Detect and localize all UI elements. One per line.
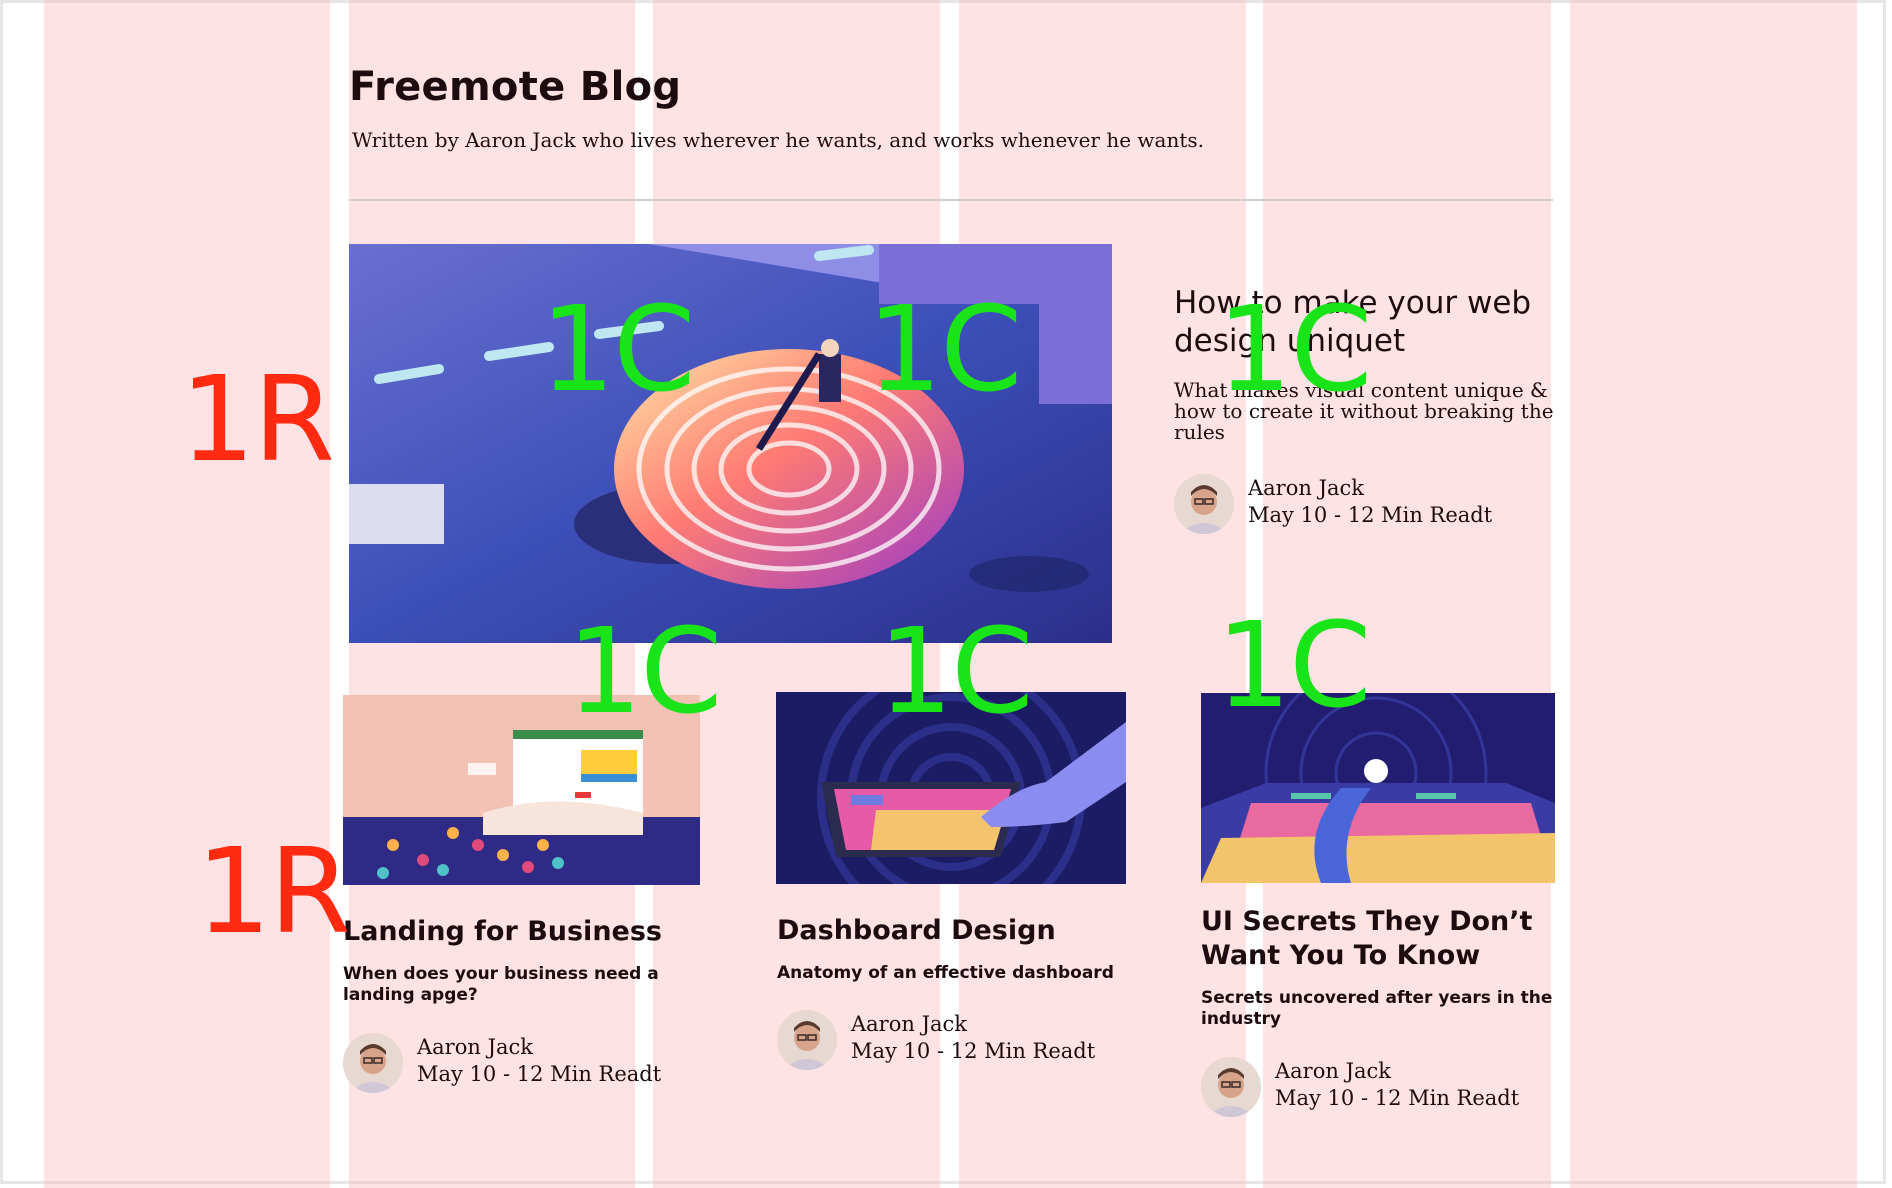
card-title[interactable]: Dashboard Design bbox=[777, 914, 1137, 948]
card-description: Secrets uncovered after years in the ind… bbox=[1201, 988, 1553, 1029]
author-name[interactable]: Aaron Jack bbox=[1275, 1059, 1391, 1083]
author-avatar-icon bbox=[1174, 474, 1234, 534]
tablet-hand-illustration-icon bbox=[776, 692, 1126, 884]
blog-subtitle: Written by Aaron Jack who lives wherever… bbox=[352, 128, 1204, 152]
space-dashboard-illustration-icon bbox=[1201, 693, 1555, 883]
card-description: When does your business need a landing a… bbox=[343, 964, 659, 1005]
blog-page: Freemote Blog Written by Aaron Jack who … bbox=[0, 0, 1892, 1188]
author-avatar-icon bbox=[777, 1010, 837, 1070]
card-image-landing-for-business[interactable] bbox=[343, 695, 700, 885]
card-author: Aaron Jack May 10 - 12 Min Readt bbox=[777, 1010, 1137, 1070]
card-title[interactable]: Landing for Business bbox=[343, 915, 703, 949]
landing-page-crowd-illustration-icon bbox=[343, 695, 700, 885]
author-name[interactable]: Aaron Jack bbox=[851, 1012, 967, 1036]
card-author: Aaron Jack May 10 - 12 Min Readt bbox=[1201, 1057, 1561, 1117]
featured-post-image[interactable] bbox=[349, 244, 1112, 643]
featured-post-description: What makes visual content unique & how t… bbox=[1174, 378, 1554, 444]
featured-post-title[interactable]: How to make your web design uniquet bbox=[1174, 284, 1554, 360]
featured-post-author: Aaron Jack May 10 - 12 Min Readt bbox=[1174, 474, 1554, 534]
post-meta: May 10 - 12 Min Readt bbox=[851, 1039, 1096, 1063]
avatar[interactable] bbox=[1174, 474, 1234, 534]
fingerprint-pool-illustration-icon bbox=[349, 244, 1112, 643]
header-divider bbox=[349, 199, 1553, 201]
post-meta: May 10 - 12 Min Readt bbox=[417, 1062, 662, 1086]
post-meta: May 10 - 12 Min Readt bbox=[1275, 1086, 1520, 1110]
card-author: Aaron Jack May 10 - 12 Min Readt bbox=[343, 1033, 703, 1093]
blog-title: Freemote Blog bbox=[349, 64, 682, 110]
author-avatar-icon bbox=[1201, 1057, 1261, 1117]
post-meta: May 10 - 12 Min Readt bbox=[1248, 503, 1493, 527]
author-name[interactable]: Aaron Jack bbox=[1248, 476, 1364, 500]
card-image-dashboard-design[interactable] bbox=[776, 692, 1126, 884]
avatar[interactable] bbox=[343, 1033, 403, 1093]
author-name[interactable]: Aaron Jack bbox=[417, 1035, 533, 1059]
avatar[interactable] bbox=[1201, 1057, 1261, 1117]
card-title[interactable]: UI Secrets They Don’t Want You To Know bbox=[1201, 905, 1561, 973]
avatar[interactable] bbox=[777, 1010, 837, 1070]
card-image-ui-secrets[interactable] bbox=[1201, 693, 1555, 883]
author-avatar-icon bbox=[343, 1033, 403, 1093]
card-description: Anatomy of an effective dashboard bbox=[777, 963, 1114, 983]
